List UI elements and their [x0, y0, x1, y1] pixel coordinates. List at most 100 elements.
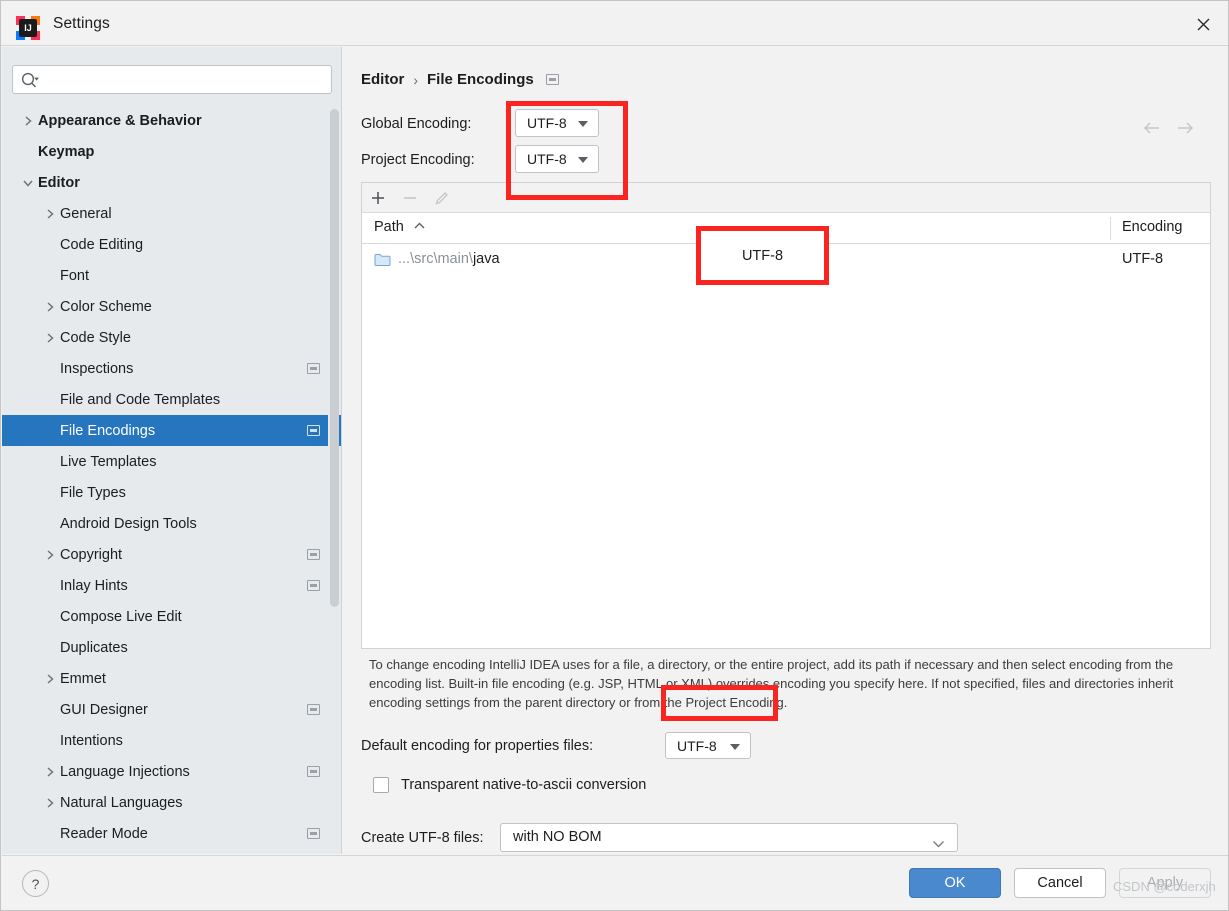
properties-encoding-value: UTF-8: [677, 737, 717, 754]
column-header-path[interactable]: Path: [374, 219, 426, 235]
transparent-conversion-label: Transparent native-to-ascii conversion: [401, 777, 647, 793]
sidebar-item-intentions[interactable]: Intentions: [2, 725, 341, 756]
chevron-right-icon[interactable]: [43, 672, 57, 686]
search-field-wrapper: [12, 65, 332, 94]
sidebar-scrollbar-thumb[interactable]: [330, 109, 339, 607]
sidebar-item-label: Inspections: [60, 360, 134, 377]
chevron-right-icon[interactable]: [43, 765, 57, 779]
chevron-right-icon[interactable]: [43, 796, 57, 810]
sidebar-item-keymap[interactable]: Keymap: [2, 136, 341, 167]
sidebar-item-general[interactable]: General: [2, 198, 341, 229]
sidebar-item-file-types[interactable]: File Types: [2, 477, 341, 508]
breadcrumb-root[interactable]: Editor: [361, 71, 404, 88]
column-divider[interactable]: [1110, 217, 1111, 240]
chevron-right-icon[interactable]: [43, 548, 57, 562]
close-icon[interactable]: [1184, 9, 1222, 39]
sidebar-item-compose-live-edit[interactable]: Compose Live Edit: [2, 601, 341, 632]
title-bar: IJ Settings: [1, 1, 1228, 46]
sidebar-item-color-scheme[interactable]: Color Scheme: [2, 291, 341, 322]
chevron-down-icon: [578, 157, 588, 163]
intellij-idea-logo: IJ: [15, 15, 41, 41]
sidebar-item-reader-mode[interactable]: Reader Mode: [2, 818, 341, 849]
chevron-right-icon[interactable]: [43, 300, 57, 314]
sidebar-item-label: Appearance & Behavior: [38, 112, 202, 129]
create-utf8-select[interactable]: with NO BOM: [500, 823, 958, 852]
sidebar-item-duplicates[interactable]: Duplicates: [2, 632, 341, 663]
annotation-row-encoding-text: UTF-8: [741, 247, 784, 264]
search-box[interactable]: [12, 65, 332, 94]
sidebar-item-label: Intentions: [60, 732, 123, 749]
encodings-table-toolbar: [362, 183, 1210, 213]
settings-sidebar: Appearance & Behavior Keymap Editor General…: [2, 47, 342, 854]
extension-badge-icon: [307, 704, 320, 715]
folder-icon: [374, 252, 391, 272]
question-mark-icon[interactable]: ?: [22, 870, 49, 897]
sidebar-item-label: Editor: [38, 174, 80, 191]
sidebar-item-live-templates[interactable]: Live Templates: [2, 446, 341, 477]
extension-badge-icon: [545, 74, 559, 85]
project-encoding-combo[interactable]: UTF-8: [515, 145, 599, 173]
breadcrumb: Editor › File Encodings: [361, 71, 559, 88]
sidebar-item-file-encodings[interactable]: File Encodings: [2, 415, 341, 446]
extension-badge-icon: [307, 580, 320, 591]
chevron-right-icon[interactable]: [21, 114, 35, 128]
chevron-down-icon[interactable]: [21, 176, 35, 190]
sidebar-item-file-and-code-templates[interactable]: File and Code Templates: [2, 384, 341, 415]
sidebar-item-label: General: [60, 205, 112, 222]
chevron-down-icon: [932, 835, 945, 853]
create-utf8-label: Create UTF-8 files:: [361, 830, 484, 846]
sidebar-item-label: Android Design Tools: [60, 515, 197, 532]
sidebar-item-editor[interactable]: Editor: [2, 167, 341, 198]
transparent-conversion-checkbox-row[interactable]: Transparent native-to-ascii conversion: [373, 777, 646, 793]
project-encoding-label: Project Encoding:: [361, 152, 475, 168]
sidebar-item-code-editing[interactable]: Code Editing: [2, 229, 341, 260]
ok-button[interactable]: OK: [909, 868, 1001, 898]
sidebar-item-label: Language Injections: [60, 763, 190, 780]
breadcrumb-leaf: File Encodings: [427, 71, 534, 88]
chevron-right-icon[interactable]: [43, 331, 57, 345]
remove-button[interactable]: [394, 183, 426, 213]
column-header-encoding[interactable]: Encoding: [1122, 219, 1182, 235]
chevron-down-icon: [730, 743, 740, 750]
settings-tree: Appearance & Behavior Keymap Editor General…: [2, 105, 341, 853]
sidebar-item-label: Code Style: [60, 329, 131, 346]
sidebar-item-label: File Encodings: [60, 422, 156, 439]
sidebar-item-code-style[interactable]: Code Style: [2, 322, 341, 353]
arrow-right-icon[interactable]: [1172, 117, 1198, 139]
sidebar-item-label: Live Templates: [60, 453, 157, 470]
sidebar-item-language-injections[interactable]: Language Injections: [2, 756, 341, 787]
settings-dialog: IJ Settings Appearance & Behavior Keymap…: [0, 0, 1229, 911]
settings-main-panel: Editor › File Encodings Global Encoding:…: [343, 47, 1228, 854]
sidebar-item-gui-designer[interactable]: GUI Designer: [2, 694, 341, 725]
sidebar-item-label: Code Editing: [60, 236, 144, 253]
sidebar-item-label: File Types: [60, 484, 126, 501]
sidebar-item-label: Emmet: [60, 670, 106, 687]
sidebar-item-natural-languages[interactable]: Natural Languages: [2, 787, 341, 818]
global-encoding-combo[interactable]: UTF-8: [515, 109, 599, 137]
apply-button[interactable]: Apply: [1119, 868, 1211, 898]
svg-text:IJ: IJ: [24, 23, 32, 33]
sidebar-item-label: Reader Mode: [60, 825, 148, 842]
properties-encoding-label: Default encoding for properties files:: [361, 738, 594, 754]
sidebar-item-appearance-behavior[interactable]: Appearance & Behavior: [2, 105, 341, 136]
search-input[interactable]: [47, 66, 327, 93]
sidebar-item-inspections[interactable]: Inspections: [2, 353, 341, 384]
chevron-right-icon[interactable]: [43, 207, 57, 221]
table-row-encoding[interactable]: UTF-8: [1122, 251, 1163, 267]
properties-encoding-combo[interactable]: UTF-8: [665, 732, 751, 759]
sidebar-item-emmet[interactable]: Emmet: [2, 663, 341, 694]
arrow-left-icon[interactable]: [1139, 117, 1165, 139]
global-encoding-label: Global Encoding:: [361, 116, 472, 132]
breadcrumb-separator: ›: [413, 71, 419, 88]
transparent-conversion-checkbox[interactable]: [373, 777, 389, 793]
window-title: Settings: [53, 15, 110, 32]
cancel-button[interactable]: Cancel: [1014, 868, 1106, 898]
sidebar-item-font[interactable]: Font: [2, 260, 341, 291]
edit-pencil-icon[interactable]: [426, 183, 458, 213]
table-row-path: ...\src\main\java: [398, 251, 500, 267]
add-button[interactable]: [362, 183, 394, 213]
sidebar-item-android-design-tools[interactable]: Android Design Tools: [2, 508, 341, 539]
sidebar-item-inlay-hints[interactable]: Inlay Hints: [2, 570, 341, 601]
sidebar-item-copyright[interactable]: Copyright: [2, 539, 341, 570]
sidebar-item-label: Natural Languages: [60, 794, 183, 811]
